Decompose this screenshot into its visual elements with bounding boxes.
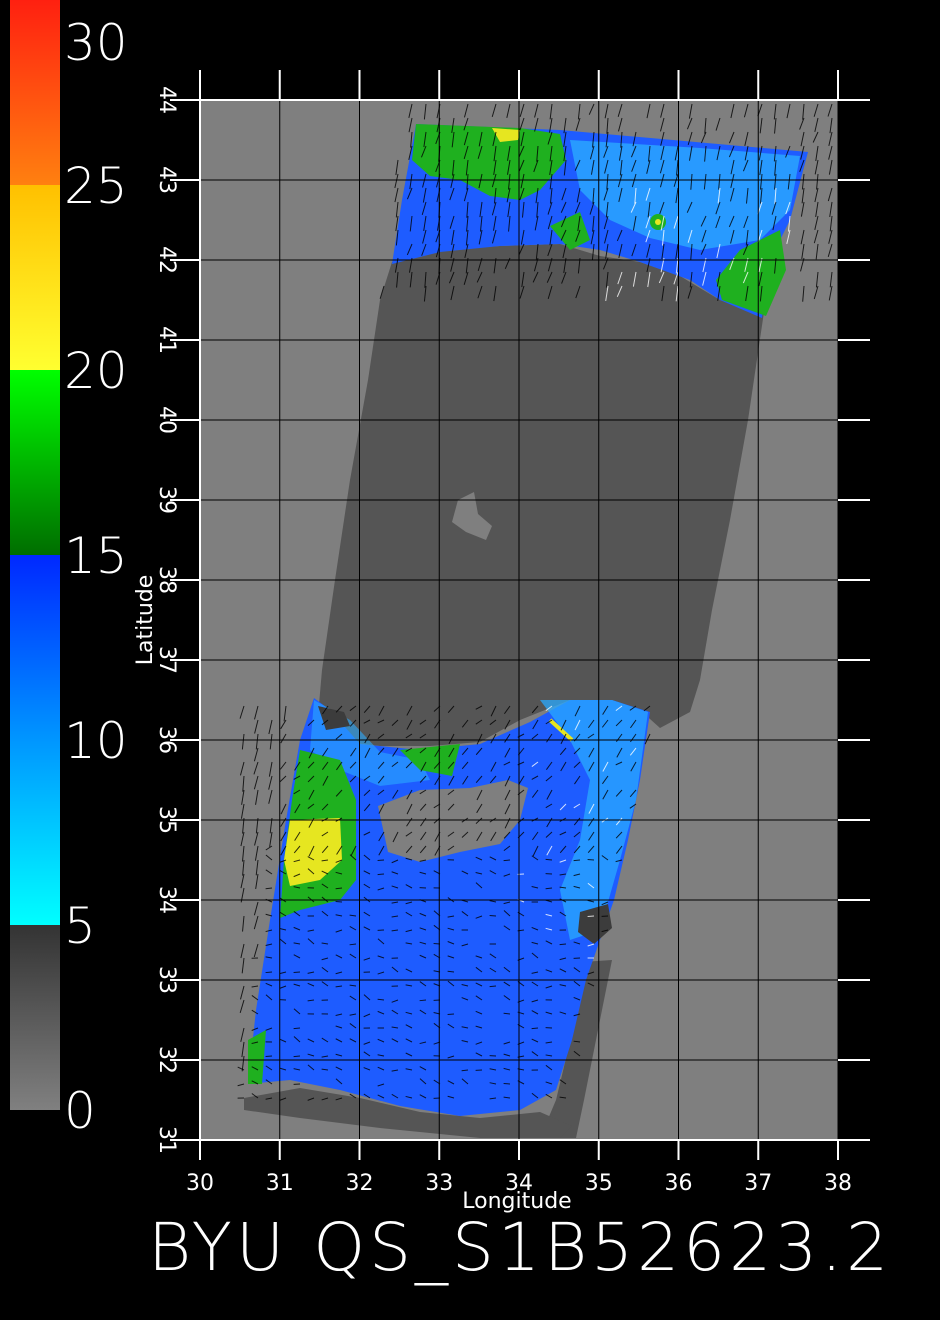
- y-axis-title: Latitude: [133, 575, 158, 666]
- colorbar-segment: [10, 0, 60, 185]
- wind-vector: [265, 971, 273, 974]
- wind-vector: [419, 999, 427, 1002]
- wind-vector: [377, 873, 385, 876]
- y-tick-label: 35: [154, 806, 179, 834]
- colorbar-tick-label: 20: [64, 342, 128, 400]
- y-tick-label: 41: [154, 326, 179, 354]
- wind-vector: [587, 915, 595, 917]
- x-tick-label: 38: [824, 1171, 852, 1196]
- colorbar-segment: [10, 185, 60, 370]
- colorbar-segment: [10, 370, 60, 555]
- x-tick-label: 36: [665, 1171, 693, 1196]
- wind-vector: [545, 858, 553, 861]
- colorbar-tick-label: 15: [64, 527, 128, 585]
- wind-vector: [293, 971, 301, 974]
- y-tick-label: 43: [154, 166, 179, 194]
- y-tick-label: 34: [154, 886, 179, 914]
- x-tick-label: 32: [346, 1171, 374, 1196]
- map-svg: 0 5 10 15 20 25 30 30 31 32 33 34 35 36 37 38 …: [10, 0, 892, 1286]
- y-tick-label: 44: [154, 86, 179, 114]
- x-tick-label: 30: [186, 1171, 214, 1196]
- y-tick-label: 32: [154, 1046, 179, 1074]
- wind-vector: [503, 859, 511, 862]
- y-tick-label: 39: [154, 486, 179, 514]
- colorbar: [10, 0, 60, 1110]
- y-tick-label: 42: [154, 246, 179, 274]
- wind-vector: [293, 1027, 301, 1030]
- colorbar-tick-label: 0: [64, 1082, 96, 1140]
- colorbar-tick-label: 10: [64, 712, 128, 770]
- colorbar-labels: 0 5 10 15 20 25 30: [64, 14, 128, 1140]
- wind-vector: [559, 943, 567, 946]
- map-area: [200, 100, 838, 1140]
- y-tick-label: 40: [154, 406, 179, 434]
- footer-label: BYU QS_S1B52623.2: [148, 1209, 892, 1286]
- x-tick-label: 35: [585, 1171, 613, 1196]
- wind-vector: [489, 914, 497, 917]
- colorbar-tick-label: 5: [64, 897, 96, 955]
- colorbar-segment: [10, 925, 60, 1110]
- wind-speed-map: 0 5 10 15 20 25 30 30 31 32 33 34 35 36 …: [0, 0, 940, 1320]
- x-tick-label: 31: [266, 1171, 294, 1196]
- x-tick-label: 37: [744, 1171, 772, 1196]
- wind-vector: [461, 1069, 469, 1072]
- colorbar-segment: [10, 555, 60, 740]
- y-tick-label: 33: [154, 966, 179, 994]
- wind-vector: [573, 859, 581, 862]
- colorbar-tick-label: 30: [64, 14, 128, 72]
- colorbar-segment: [10, 740, 60, 925]
- wind-vector: [293, 1055, 301, 1058]
- x-tick-label: 33: [425, 1171, 453, 1196]
- colorbar-tick-label: 25: [64, 157, 128, 215]
- y-tick-label: 36: [154, 726, 179, 754]
- north-hotspot-core: [655, 219, 661, 225]
- wind-vector: [531, 1027, 539, 1030]
- wind-vector: [489, 985, 497, 988]
- wind-vector: [335, 900, 343, 903]
- y-tick-label: 31: [154, 1126, 179, 1154]
- sea-region: [318, 244, 764, 746]
